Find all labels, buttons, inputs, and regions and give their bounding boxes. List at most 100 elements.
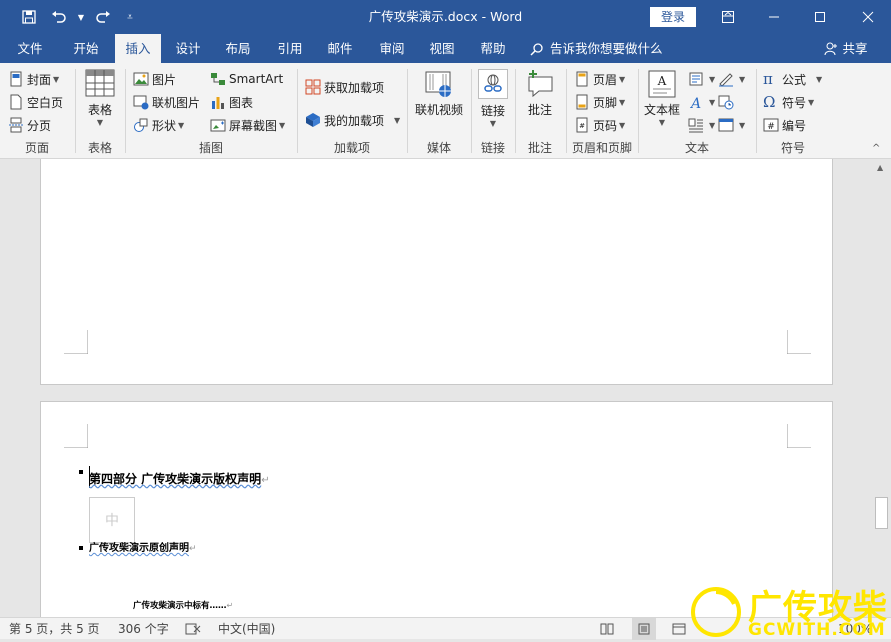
redo-icon[interactable] [88,0,118,34]
page-number-button[interactable]: # 页码 ▼ [574,114,625,136]
customize-qat-icon[interactable]: ⩡ [118,0,142,34]
tab-design[interactable]: 设计 [166,34,210,63]
page-5[interactable]: 第四部分 广传攻柴演示版权声明↵ 中 广传攻柴演示原创声明↵ 广传攻柴演示中标有… [40,401,833,617]
paragraph-bullet-mark [79,546,83,550]
print-layout-icon [638,623,650,635]
minimize-icon[interactable] [751,0,797,34]
signature-line-button[interactable]: ▼ [718,68,745,90]
person-icon [824,42,838,55]
image-placeholder[interactable]: 中 [89,497,135,543]
get-addins-button[interactable]: 获取加载项 [305,76,384,98]
word-count[interactable]: 306 个字 [118,618,169,640]
search-icon [530,42,543,56]
chart-icon [212,97,224,109]
undo-icon[interactable] [44,0,74,34]
object-button[interactable]: ▼ [718,114,745,136]
footer-button[interactable]: 页脚 ▼ [574,91,625,113]
page-count[interactable]: 第 5 页，共 5 页 [9,618,100,640]
object-icon [718,118,734,132]
group-label-links: 链接 [480,141,505,155]
tab-view[interactable]: 视图 [420,34,464,63]
picture-button[interactable]: 图片 [133,68,176,90]
header-button[interactable]: 页眉 ▼ [574,68,625,90]
svg-text:A: A [689,96,701,110]
document-workspace[interactable]: 第四部分 广传攻柴演示版权声明↵ 中 广传攻柴演示原创声明↵ 广传攻柴演示中标有… [0,159,872,617]
tell-me-box[interactable]: 告诉我你想要做什么 [530,34,670,63]
textbox-icon: A [648,70,676,98]
wordart-button[interactable]: A ▼ [688,91,715,113]
collapse-ribbon-icon[interactable]: ^ [872,143,880,154]
smartart-button[interactable]: SmartArt [210,68,283,90]
quick-parts-button[interactable]: ▼ [688,68,715,90]
tab-home[interactable]: 开始 [62,34,110,63]
print-layout-button[interactable] [632,618,656,640]
group-label-header-footer: 页眉和页脚 [571,141,632,155]
footer-icon [576,94,588,110]
equation-button[interactable]: π 公式 ▼ [763,68,822,90]
ribbon-display-options-icon[interactable] [705,0,751,34]
tab-file[interactable]: 文件 [8,34,52,63]
page-4[interactable] [40,159,833,385]
wordart-icon: A [689,96,701,110]
table-button[interactable]: 表格 ▼ [80,69,120,127]
login-button[interactable]: 登录 [650,7,696,27]
group-label-illustrations: 插图 [198,141,223,155]
textbox-button[interactable]: A 文本框 ▼ [642,69,682,127]
zoom-level[interactable]: 100% [838,618,872,640]
blank-page-button[interactable]: 空白页 [8,91,63,113]
online-picture-button[interactable]: 联机图片 [133,91,200,113]
tab-help[interactable]: 帮助 [471,34,515,63]
svg-text:A: A [657,74,667,88]
chart-button[interactable]: 图表 [210,91,253,113]
link-icon [484,74,502,92]
group-label-comments: 批注 [527,141,552,155]
symbol-button[interactable]: Ω 符号 ▼ [763,91,814,113]
tab-references[interactable]: 引用 [268,34,312,63]
share-button[interactable]: 共享 [818,34,874,63]
scrollbar-thumb[interactable] [875,497,888,529]
table-icon [85,69,115,97]
drop-cap-button[interactable]: ▼ [688,114,715,136]
shapes-icon [134,118,148,132]
subheading-paragraph[interactable]: 广传攻柴演示原创声明↵ [89,539,197,554]
proofing-status[interactable] [185,618,201,640]
number-button[interactable]: # 编号 [763,114,806,136]
heading-paragraph[interactable]: 第四部分 广传攻柴演示版权声明↵ [89,470,270,487]
proofing-icon [185,623,201,635]
signature-icon [719,73,733,87]
online-video-button[interactable]: 联机视频 [412,69,466,118]
close-icon[interactable] [845,0,891,34]
pi-icon: π [763,70,773,88]
maximize-icon[interactable] [797,0,843,34]
tab-review[interactable]: 审阅 [370,34,414,63]
title-bar: ▼ ⩡ 广传攻柴演示.docx - Word 登录 [0,0,891,34]
date-time-button[interactable] [718,91,737,113]
read-mode-button[interactable] [600,618,614,640]
shapes-button[interactable]: 形状 ▼ [133,114,184,136]
share-label: 共享 [842,41,868,56]
tab-layout[interactable]: 布局 [216,34,260,63]
tab-mailings[interactable]: 邮件 [318,34,362,63]
body-paragraph[interactable]: 广传攻柴演示中标有……↵ [133,599,233,611]
save-icon[interactable] [14,0,44,34]
new-comment-button[interactable]: 批注 [520,69,560,118]
cover-page-button[interactable]: 封面 ▼ [8,68,59,90]
scroll-up-icon[interactable]: ▲ [877,163,883,172]
my-addins-button[interactable]: 我的加载项 ▼ [305,109,400,131]
number-icon: # [763,118,779,132]
screenshot-button[interactable]: 屏幕截图 ▼ [210,114,285,136]
page-break-button[interactable]: 分页 [8,114,51,136]
vertical-scrollbar[interactable]: ▲ [872,159,891,617]
smartart-icon [211,73,225,85]
tab-insert[interactable]: 插入 [115,34,161,63]
link-button[interactable]: 链接 ▼ [476,69,510,128]
language-status[interactable]: 中文(中国) [218,618,275,640]
svg-text:#: # [767,122,775,132]
undo-dropdown-icon[interactable]: ▼ [74,0,88,34]
group-label-symbols: 符号 [780,141,805,155]
group-label-addins: 加载项 [333,141,370,155]
group-label-tables: 表格 [87,141,112,155]
tell-me-text: 告诉我你想要做什么 [550,41,663,56]
web-layout-icon [672,623,686,635]
web-layout-button[interactable] [672,618,686,640]
